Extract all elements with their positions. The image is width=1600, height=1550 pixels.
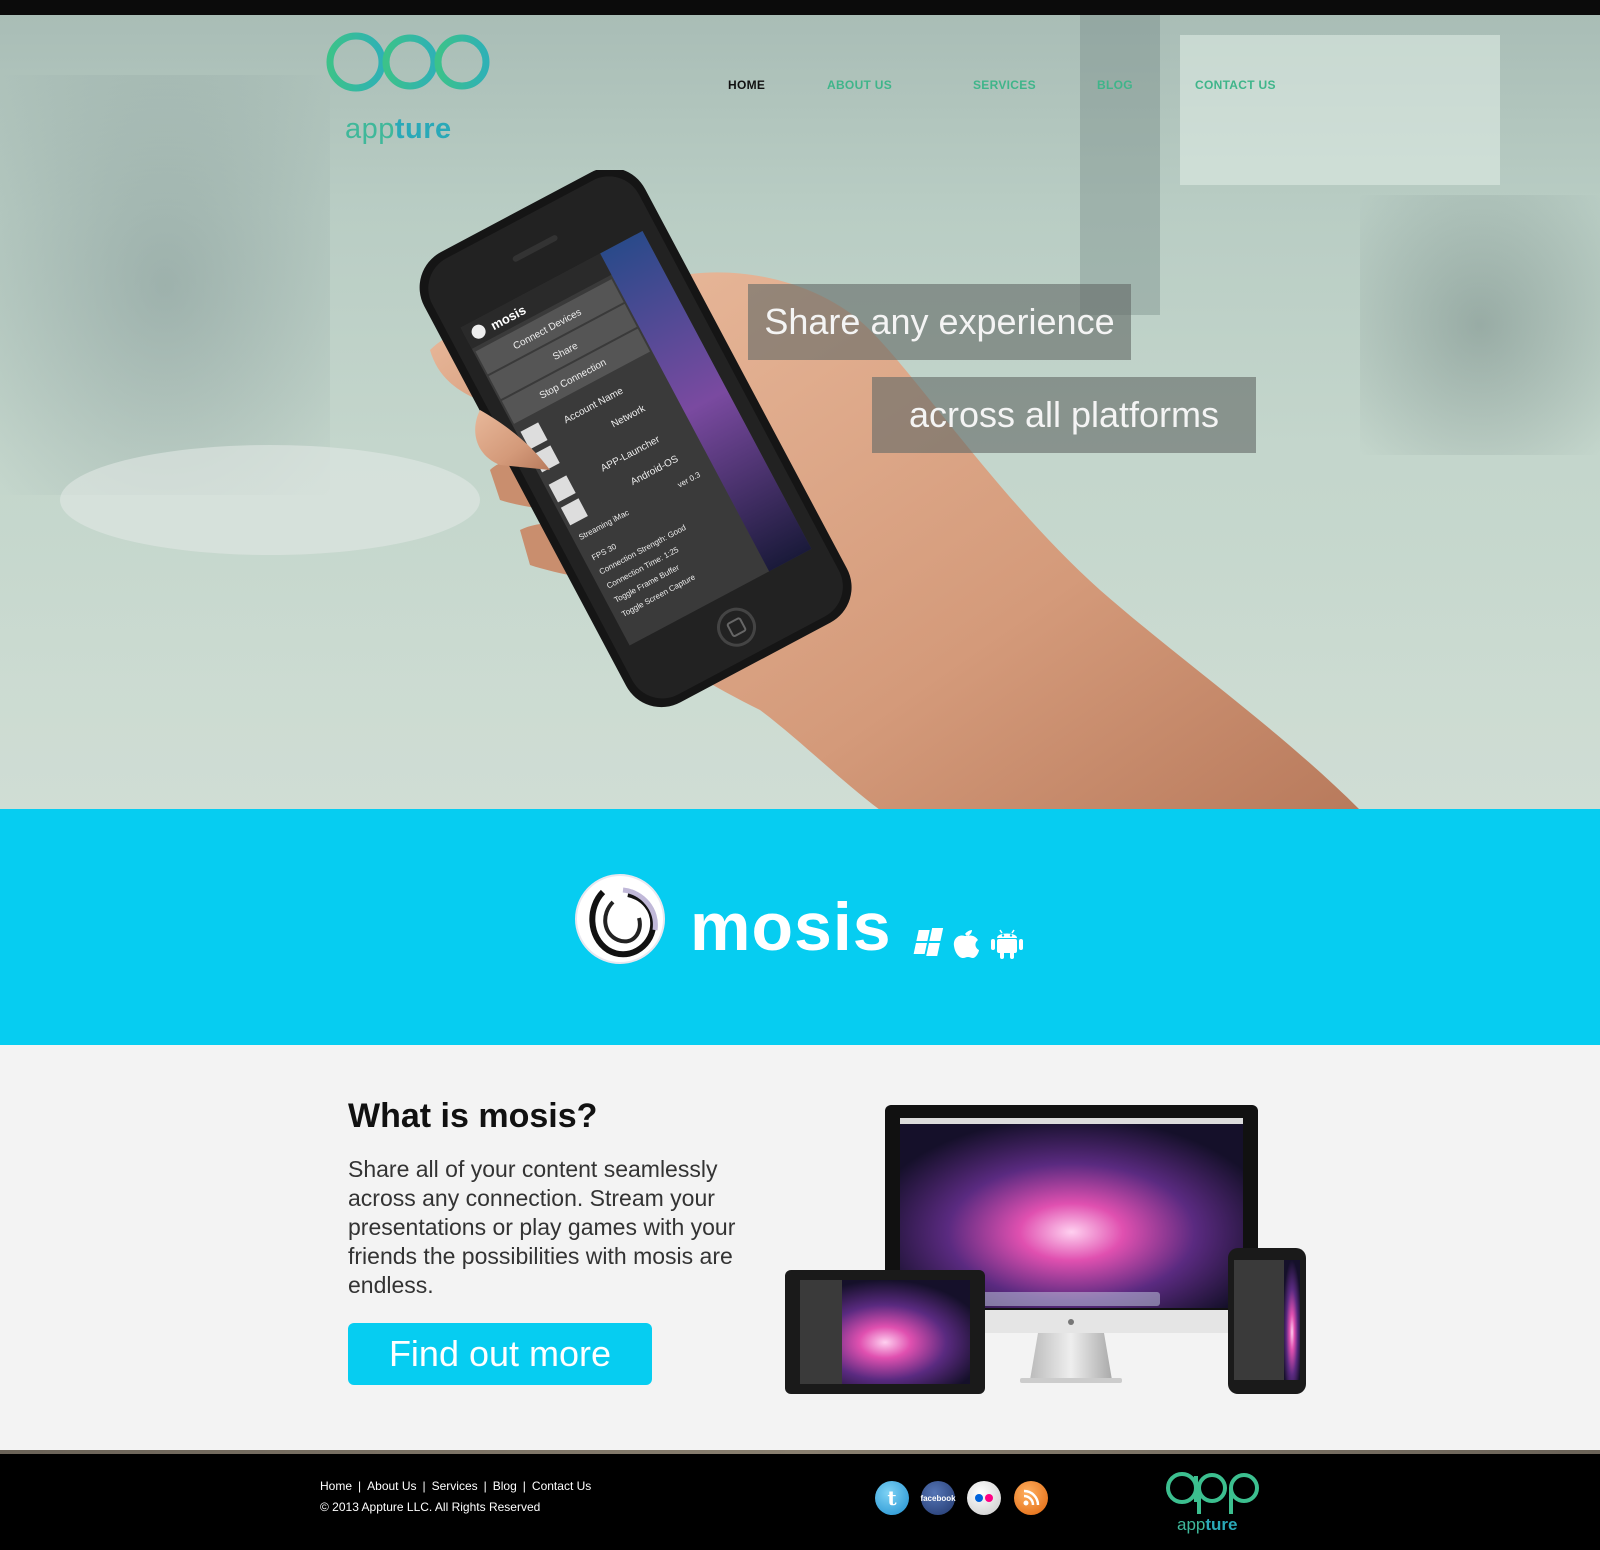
flickr-icon[interactable] — [967, 1481, 1001, 1515]
mosis-logo-icon[interactable] — [573, 872, 667, 966]
footer-link-services[interactable]: Services — [432, 1479, 478, 1493]
nav-contact-us[interactable]: CONTACT US — [1195, 78, 1276, 92]
android-icon — [991, 929, 1023, 959]
hero-tagline-2: across all platforms — [872, 377, 1256, 453]
nav-services[interactable]: SERVICES — [973, 78, 1036, 92]
windows-icon — [913, 928, 944, 956]
footer — [0, 1454, 1600, 1550]
facebook-icon[interactable]: facebook — [920, 1481, 956, 1515]
appture-logo-wordmark: appture — [345, 113, 452, 145]
product-title: mosis — [690, 889, 892, 965]
footer-link-blog[interactable]: Blog — [493, 1479, 517, 1493]
copyright-text: © 2013 Appture LLC. All Rights Reserved — [320, 1500, 541, 1514]
nav-blog[interactable]: BLOG — [1097, 78, 1133, 92]
devices-image — [785, 1105, 1306, 1394]
footer-link-home[interactable]: Home — [320, 1479, 352, 1493]
footer-link-contact-us[interactable]: Contact Us — [532, 1479, 591, 1493]
twitter-icon[interactable]: t — [875, 1481, 909, 1515]
top-strip — [0, 0, 1600, 15]
about-description: Share all of your content seamlessly acr… — [348, 1156, 736, 1298]
apple-icon — [953, 930, 979, 958]
footer-link-about-us[interactable]: About Us — [367, 1479, 416, 1493]
hero-tagline-1: Share any experience — [748, 284, 1131, 360]
phone-in-hand-image: mosis Connect Devices Share Stop Connect… — [419, 170, 1360, 810]
nav-about-us[interactable]: ABOUT US — [827, 78, 892, 92]
footer-links: Home | About Us | Services | Blog | Contact Us — [320, 1479, 592, 1493]
nav-home[interactable]: HOME — [728, 78, 765, 92]
rss-icon[interactable] — [1014, 1481, 1048, 1515]
find-out-more-button[interactable]: Find out more — [348, 1323, 652, 1385]
footer-logo-wordmark: appture — [1177, 1515, 1238, 1534]
about-heading: What is mosis? — [348, 1097, 598, 1135]
